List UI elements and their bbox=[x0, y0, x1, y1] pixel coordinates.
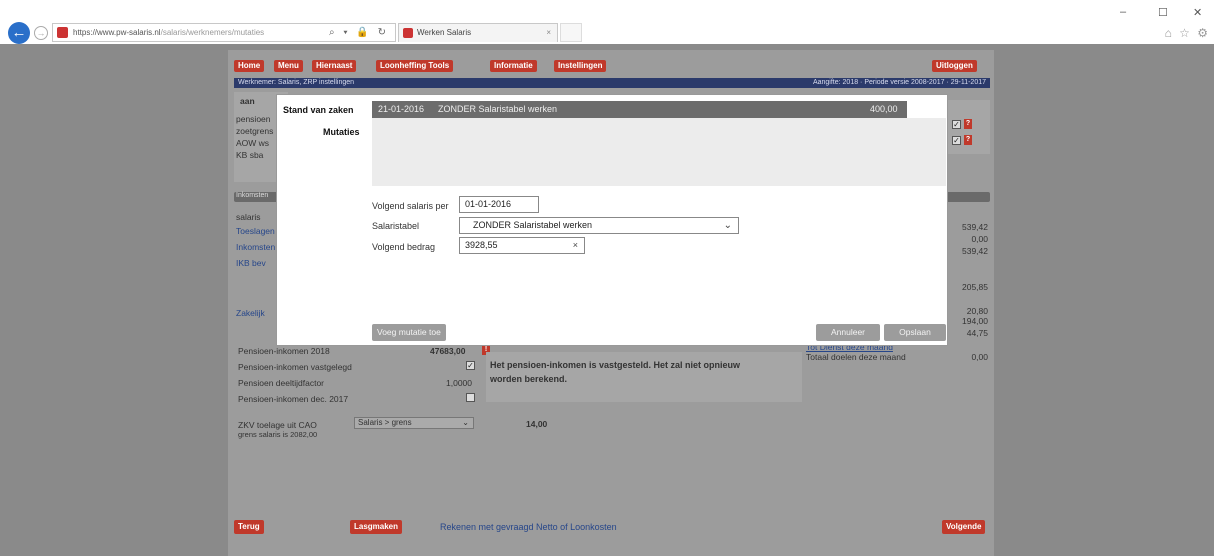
checkbox[interactable]: ✓ bbox=[952, 120, 961, 129]
volgend-salaris-input[interactable]: 01-01-2016 bbox=[459, 196, 539, 213]
label-kb: KB sba bbox=[236, 150, 264, 160]
maximize-icon[interactable]: ☐ bbox=[1158, 6, 1168, 19]
back-button[interactable]: Terug bbox=[234, 520, 264, 534]
checkbox[interactable]: ✓ bbox=[952, 136, 961, 145]
link-ikb[interactable]: IKB bev bbox=[236, 258, 266, 268]
nav-informatie-button[interactable]: Informatie bbox=[490, 60, 537, 72]
forward-arrow-icon[interactable]: → bbox=[34, 26, 48, 40]
label-zoetgrens: zoetgrens bbox=[236, 126, 274, 136]
zkv-sub-label: grens salaris is 2082,00 bbox=[238, 430, 318, 439]
minimize-icon[interactable]: – bbox=[1120, 6, 1126, 18]
link-inkomsten[interactable]: Inkomsten bbox=[236, 242, 275, 252]
mutaties-label: Mutaties bbox=[323, 127, 360, 137]
value: 0,00 bbox=[971, 234, 988, 244]
pens-value-deeltijd: 1,0000 bbox=[446, 378, 472, 388]
zkv-select-value: Salaris > grens bbox=[358, 418, 412, 427]
stand-label: Stand van zaken bbox=[283, 105, 354, 115]
chevron-down-icon: ⌄ bbox=[723, 220, 732, 231]
mutaties-list bbox=[372, 118, 946, 186]
value: 205,85 bbox=[962, 282, 988, 292]
browser-tab[interactable]: Werken Salaris × bbox=[398, 23, 558, 42]
browser-toolbar-icons[interactable]: ⌂ ☆ ⚙ bbox=[1165, 26, 1210, 40]
section-bar-label: Inkomsten bbox=[236, 192, 269, 199]
volgend-salaris-label: Volgend salaris per bbox=[372, 201, 449, 211]
next-button[interactable]: Volgende bbox=[942, 520, 986, 534]
nav-loonheffing-button[interactable]: Loonheffing Tools bbox=[376, 60, 454, 72]
netto-link[interactable]: Rekenen met gevraagd Netto of Loonkosten bbox=[440, 522, 617, 532]
title-bar-right: Aangifte: 2018 · Periode versie 2008-201… bbox=[812, 79, 986, 86]
totals-value: 0,00 bbox=[971, 352, 988, 362]
url-path: /salaris/werknemers/mutaties bbox=[160, 28, 265, 37]
salaristabel-value: ZONDER Salaristabel werken bbox=[473, 220, 593, 230]
chevron-down-icon: ⌄ bbox=[462, 418, 469, 427]
address-bar[interactable]: https://www.pw-salaris.nl/salaris/werkne… bbox=[52, 23, 396, 42]
nav-hiernaast-button[interactable]: Hiernaast bbox=[312, 60, 357, 72]
close-window-icon[interactable]: ✕ bbox=[1193, 6, 1202, 19]
dec-checkbox[interactable] bbox=[466, 393, 475, 402]
nav-home-button[interactable]: Home bbox=[234, 60, 265, 72]
save-button[interactable]: Opslaan bbox=[884, 324, 946, 341]
zkv-label: ZKV toelage uit CAO bbox=[238, 420, 317, 430]
new-tab-button[interactable] bbox=[560, 23, 582, 42]
tab-title: Werken Salaris bbox=[417, 28, 472, 37]
notice-line-2: worden berekend. bbox=[490, 374, 568, 384]
volgend-bedrag-label: Volgend bedrag bbox=[372, 242, 436, 252]
volgend-salaris-value: 01-01-2016 bbox=[465, 199, 512, 209]
cancel-button[interactable]: Annuleer bbox=[816, 324, 880, 341]
lasgmaken-button[interactable]: Lasgmaken bbox=[350, 520, 403, 534]
value: 20,80 bbox=[966, 306, 988, 316]
back-arrow-icon[interactable]: ← bbox=[8, 22, 30, 44]
label-aow: AOW ws bbox=[236, 138, 270, 148]
browser-chrome: ← → https://www.pw-salaris.nl/salaris/we… bbox=[0, 0, 1214, 44]
pens-label-vastgelegd: Pensioen-inkomen vastgelegd bbox=[238, 362, 352, 372]
url-host: https://www.pw-salaris.nl bbox=[73, 28, 161, 37]
value: 539,42 bbox=[962, 246, 988, 256]
pens-label-deeltijd: Pensioen deeltijdfactor bbox=[238, 378, 325, 388]
pens-label-dec: Pensioen-inkomen dec. 2017 bbox=[238, 394, 349, 404]
label-salaris: salaris bbox=[236, 212, 261, 222]
site-favicon bbox=[57, 27, 68, 38]
page-overlay: Home Menu Hiernaast Loonheffing Tools In… bbox=[0, 44, 1214, 556]
totals-label: Totaal doelen deze maand bbox=[806, 352, 906, 362]
volgend-bedrag-input[interactable]: 3928,55 × bbox=[459, 237, 585, 254]
nav-instellingen-button[interactable]: Instellingen bbox=[554, 60, 607, 72]
status-row[interactable]: 21-01-2016 ZONDER Salaristabel werken 40… bbox=[372, 101, 907, 118]
title-bar: Werknemer: Salaris, ZRP instellingen Aan… bbox=[234, 78, 990, 88]
pens-value-inkomen: 47683,00 bbox=[430, 346, 466, 356]
label-pensioen: pensioen bbox=[236, 114, 271, 124]
vastgelegd-checkbox[interactable]: ✓ bbox=[466, 361, 475, 370]
value: 539,42 bbox=[962, 222, 988, 232]
pens-label-inkomen: Pensioen-inkomen 2018 bbox=[238, 346, 330, 356]
notice-line-1: Het pensioen-inkomen is vastgesteld. Het… bbox=[490, 360, 741, 370]
link-toeslagen[interactable]: Toeslagen bbox=[236, 226, 275, 236]
salaristabel-select[interactable]: ZONDER Salaristabel werken ⌄ bbox=[459, 217, 739, 234]
address-tools-icons[interactable]: ⌕ ▾ 🔒 ↻ bbox=[329, 24, 389, 41]
zkv-value: 14,00 bbox=[526, 419, 548, 429]
notice-panel: Het pensioen-inkomen is vastgesteld. Het… bbox=[486, 352, 802, 402]
status-amount: 400,00 bbox=[870, 104, 898, 114]
salaristabel-label: Salaristabel bbox=[372, 221, 420, 231]
zkv-select[interactable]: Salaris > grens ⌄ bbox=[354, 417, 474, 429]
status-date: 21-01-2016 bbox=[378, 104, 425, 114]
value: 194,00 bbox=[962, 316, 988, 326]
error-badge: ? bbox=[964, 135, 972, 145]
tab-favicon bbox=[403, 28, 413, 38]
title-bar-left: Werknemer: Salaris, ZRP instellingen bbox=[238, 79, 355, 86]
clear-icon[interactable]: × bbox=[573, 238, 578, 253]
logout-button[interactable]: Uitloggen bbox=[932, 60, 977, 72]
row-label: aan bbox=[240, 96, 255, 106]
error-badge: ? bbox=[964, 119, 972, 129]
link-zakelijk[interactable]: Zakelijk bbox=[236, 308, 265, 318]
value: 44,75 bbox=[966, 328, 988, 338]
add-mutation-button[interactable]: Voeg mutatie toe bbox=[372, 324, 446, 341]
status-text: ZONDER Salaristabel werken bbox=[438, 104, 558, 114]
mutatie-dialog: Stand van zaken Mutaties 21-01-2016 ZOND… bbox=[276, 94, 948, 346]
tab-close-icon[interactable]: × bbox=[546, 24, 551, 42]
right-check-panel: ✓ ? ✓ ? bbox=[944, 100, 990, 154]
volgend-bedrag-value: 3928,55 bbox=[465, 240, 498, 250]
nav-menu-button[interactable]: Menu bbox=[274, 60, 303, 72]
section-bar-right bbox=[946, 192, 990, 202]
